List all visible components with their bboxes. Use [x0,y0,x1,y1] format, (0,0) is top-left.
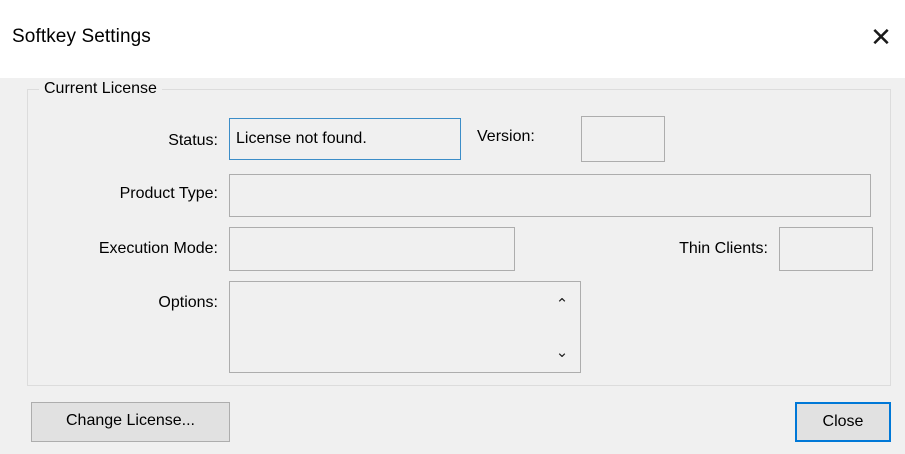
status-label: Status: [168,132,218,149]
current-license-legend: Current License [39,80,162,98]
execution-mode-label: Execution Mode: [98,240,218,257]
change-license-button-label: Change License... [66,412,195,429]
softkey-settings-dialog: Softkey Settings ✕ Current License Statu… [0,0,905,454]
close-icon[interactable]: ✕ [866,22,896,52]
scroll-down-icon[interactable]: ⌄ [544,338,580,368]
thin-clients-label: Thin Clients: [679,240,768,257]
options-scrollbar[interactable]: ⌃ ⌄ [544,282,580,372]
version-field[interactable] [581,116,665,162]
status-value: License not found. [236,130,367,147]
status-field[interactable]: License not found. [229,118,461,160]
options-textarea[interactable]: ⌃ ⌄ [229,281,581,373]
change-license-button[interactable]: Change License... [31,402,230,442]
product-type-label: Product Type: [119,185,218,202]
close-button[interactable]: Close [795,402,891,442]
title-bar: Softkey Settings ✕ [0,0,905,78]
options-label: Options: [158,294,218,311]
thin-clients-field[interactable] [779,227,873,271]
window-title: Softkey Settings [12,26,151,47]
product-type-field[interactable] [229,174,871,217]
execution-mode-field[interactable] [229,227,515,271]
version-label: Version: [477,128,535,145]
scroll-up-icon[interactable]: ⌃ [544,290,580,320]
close-button-label: Close [822,413,864,430]
